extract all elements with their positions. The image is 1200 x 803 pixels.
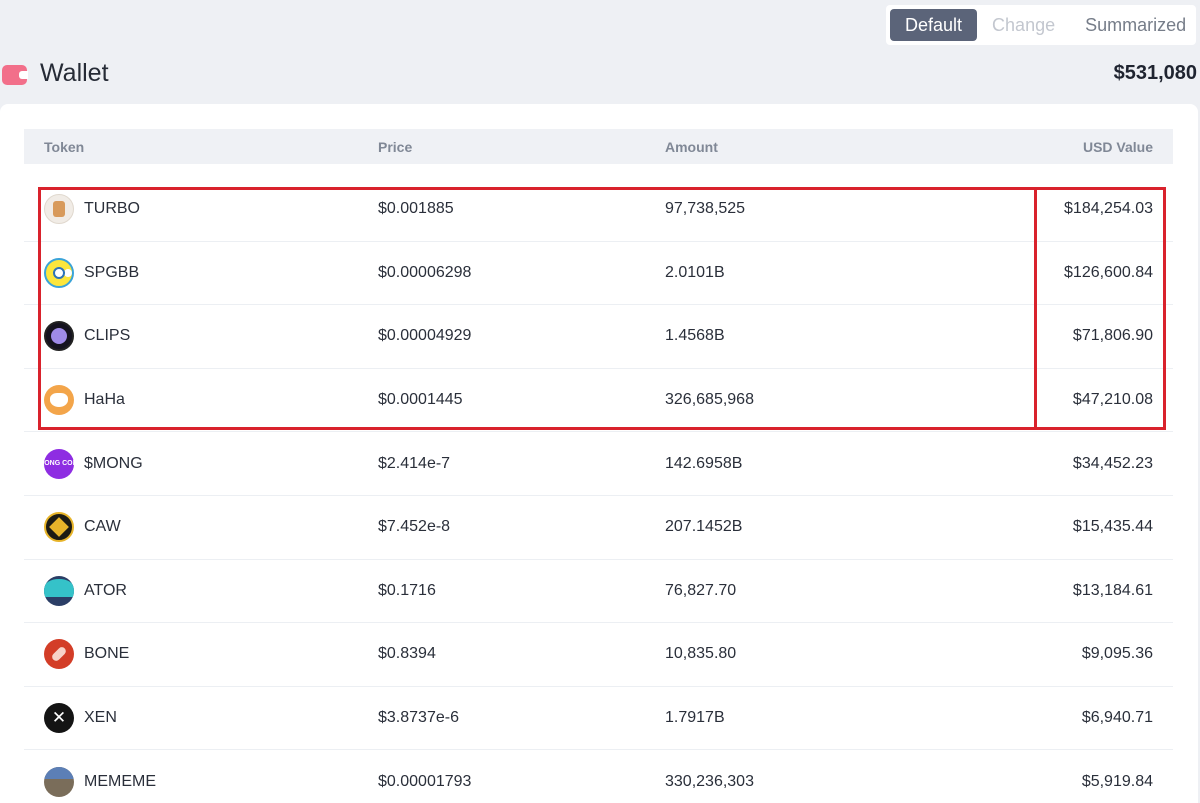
table-header: Token Price Amount USD Value xyxy=(24,129,1173,164)
amount-cell: 97,738,525 xyxy=(665,200,746,218)
haha-token-icon xyxy=(44,385,74,416)
price-cell: $0.0001445 xyxy=(378,391,463,409)
mong-token-icon: MONG COIN xyxy=(44,448,74,479)
price-cell: $0.8394 xyxy=(378,645,436,663)
spgbb-token-icon xyxy=(44,257,74,288)
token-cell: SPGBB xyxy=(44,257,140,288)
usd-value-cell: $126,600.84 xyxy=(1064,263,1153,281)
usd-value-cell: $47,210.08 xyxy=(1072,391,1153,409)
token-name: MEMEME xyxy=(84,773,156,791)
price-cell: $2.414e-7 xyxy=(378,454,451,472)
price-cell: $0.00001793 xyxy=(378,773,472,791)
turbo-token-icon xyxy=(44,194,74,225)
xen-token-icon: ✕ xyxy=(44,703,74,734)
token-cell: CLIPS xyxy=(44,321,131,352)
usd-value-cell: $184,254.03 xyxy=(1064,200,1153,218)
price-cell: $3.8737e-6 xyxy=(378,709,459,727)
view-summarized-button[interactable]: Summarized xyxy=(1070,9,1200,41)
token-cell: ✕ XEN xyxy=(44,703,117,734)
view-default-button[interactable]: Default xyxy=(890,9,978,41)
table-row[interactable]: ATOR $0.1716 76,827.70 $13,184.61 xyxy=(24,560,1173,624)
price-cell: $0.001885 xyxy=(378,200,454,218)
header-amount[interactable]: Amount xyxy=(665,139,718,155)
token-name: ATOR xyxy=(84,581,127,599)
usd-value-cell: $13,184.61 xyxy=(1072,581,1153,599)
token-cell: MONG COIN $MONG xyxy=(44,448,143,479)
wallet-icon xyxy=(2,65,28,85)
usd-value-cell: $6,940.71 xyxy=(1081,709,1153,727)
table-row[interactable]: CLIPS $0.00004929 1.4568B $71,806.90 xyxy=(24,305,1173,369)
header-usd-value[interactable]: USD Value xyxy=(1083,139,1153,155)
header-price[interactable]: Price xyxy=(378,139,412,155)
token-name: TURBO xyxy=(84,200,140,218)
amount-cell: 76,827.70 xyxy=(665,581,737,599)
amount-cell: 326,685,968 xyxy=(665,391,754,409)
amount-cell: 207.1452B xyxy=(665,518,743,536)
wallet-header: Wallet $531,080 xyxy=(0,56,1200,96)
token-cell: BONE xyxy=(44,639,130,670)
token-name: SPGBB xyxy=(84,263,140,281)
usd-value-cell: $15,435.44 xyxy=(1072,518,1153,536)
token-rows: TURBO $0.001885 97,738,525 $184,254.03 S… xyxy=(24,178,1173,803)
table-row[interactable]: MEMEME $0.00001793 330,236,303 $5,919.84 xyxy=(24,750,1173,803)
token-name: $MONG xyxy=(84,454,143,472)
token-cell: MEMEME xyxy=(44,767,156,798)
bone-token-icon xyxy=(44,639,74,670)
view-mode-toggle: Default Change Summarized xyxy=(886,5,1196,45)
token-name: HaHa xyxy=(84,391,125,409)
table-row[interactable]: BONE $0.8394 10,835.80 $9,095.36 xyxy=(24,623,1173,687)
token-table-card: Token Price Amount USD Value TURBO $0.00… xyxy=(0,104,1198,803)
usd-value-cell: $71,806.90 xyxy=(1072,327,1153,345)
ator-token-icon xyxy=(44,575,74,606)
price-cell: $0.00004929 xyxy=(378,327,472,345)
price-cell: $0.00006298 xyxy=(378,263,472,281)
token-cell: HaHa xyxy=(44,385,125,416)
table-row[interactable]: HaHa $0.0001445 326,685,968 $47,210.08 xyxy=(24,369,1173,433)
caw-token-icon xyxy=(44,512,74,543)
token-cell: TURBO xyxy=(44,194,140,225)
table-row[interactable]: SPGBB $0.00006298 2.0101B $126,600.84 xyxy=(24,242,1173,306)
price-cell: $7.452e-8 xyxy=(378,518,451,536)
usd-value-cell: $9,095.36 xyxy=(1081,645,1153,663)
amount-cell: 10,835.80 xyxy=(665,645,737,663)
price-cell: $0.1716 xyxy=(378,581,436,599)
usd-value-cell: $34,452.23 xyxy=(1072,454,1153,472)
token-cell: ATOR xyxy=(44,575,127,606)
token-name: BONE xyxy=(84,645,130,663)
mememe-token-icon xyxy=(44,767,74,798)
wallet-total-value: $531,080 xyxy=(1113,62,1197,84)
amount-cell: 330,236,303 xyxy=(665,773,754,791)
amount-cell: 2.0101B xyxy=(665,263,725,281)
wallet-title: Wallet xyxy=(40,59,109,87)
token-name: CLIPS xyxy=(84,327,131,345)
amount-cell: 142.6958B xyxy=(665,454,743,472)
table-row[interactable]: TURBO $0.001885 97,738,525 $184,254.03 xyxy=(24,178,1173,242)
table-row[interactable]: MONG COIN $MONG $2.414e-7 142.6958B $34,4… xyxy=(24,432,1173,496)
token-name: CAW xyxy=(84,518,121,536)
amount-cell: 1.4568B xyxy=(665,327,725,345)
amount-cell: 1.7917B xyxy=(665,709,725,727)
usd-value-cell: $5,919.84 xyxy=(1081,773,1153,791)
clips-token-icon xyxy=(44,321,74,352)
token-name: XEN xyxy=(84,709,117,727)
view-change-button[interactable]: Change xyxy=(977,9,1070,41)
token-cell: CAW xyxy=(44,512,121,543)
table-row[interactable]: CAW $7.452e-8 207.1452B $15,435.44 xyxy=(24,496,1173,560)
table-row[interactable]: ✕ XEN $3.8737e-6 1.7917B $6,940.71 xyxy=(24,687,1173,751)
header-token[interactable]: Token xyxy=(44,139,84,155)
